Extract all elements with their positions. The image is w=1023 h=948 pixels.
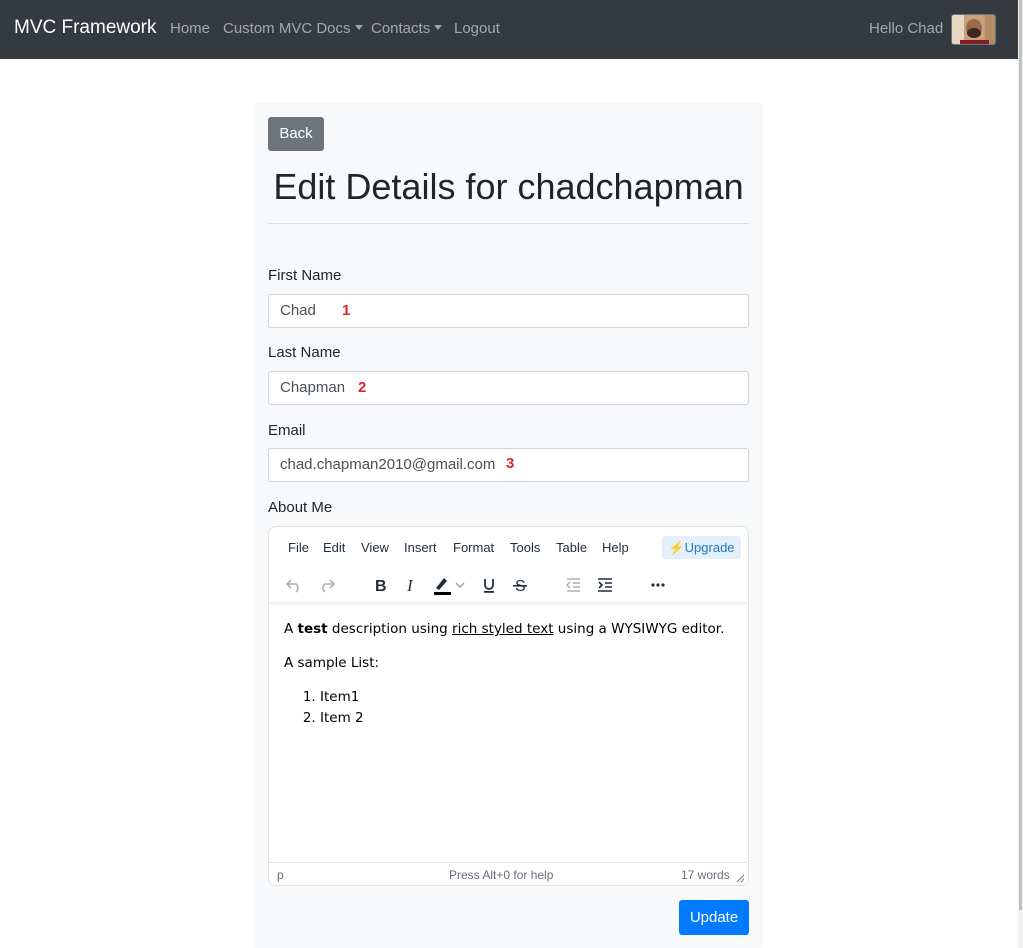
top-navbar: MVC Framework Home Custom MVC Docs Conta… [0, 0, 1018, 59]
content-paragraph: A sample List: [284, 655, 380, 671]
about-me-label: About Me [268, 499, 333, 516]
content-bold-text: test [297, 621, 328, 637]
outdent-icon[interactable] [560, 572, 586, 598]
brand-link[interactable]: MVC Framework [14, 17, 157, 39]
annotation-marker-2: 2 [358, 379, 367, 396]
svg-text:B: B [375, 578, 387, 594]
list-item: Item 2 [320, 708, 734, 729]
back-button[interactable]: Back [268, 117, 324, 151]
caret-down-icon [434, 25, 443, 30]
editor-menubar: File Edit View Insert Format Tools Table… [269, 527, 748, 567]
annotation-marker-1: 1 [342, 302, 351, 319]
first-name-label: First Name [268, 267, 342, 284]
upgrade-button[interactable]: ⚡Upgrade [662, 536, 741, 559]
undo-icon[interactable] [281, 572, 307, 598]
indent-icon[interactable] [592, 572, 618, 598]
menu-file[interactable]: File [288, 540, 309, 555]
divider [268, 223, 749, 224]
menu-format[interactable]: Format [453, 540, 494, 555]
italic-icon[interactable]: I [398, 572, 424, 598]
list-item: Item1 [320, 687, 734, 708]
redo-icon[interactable] [314, 572, 340, 598]
editor-content[interactable]: A test description using rich styled tex… [284, 619, 734, 729]
chevron-down-icon[interactable] [453, 572, 467, 598]
last-name-label: Last Name [268, 344, 341, 361]
content-paragraph: A test description using rich styled tex… [284, 619, 734, 639]
update-button[interactable]: Update [679, 900, 749, 935]
avatar[interactable] [951, 14, 996, 45]
annotation-marker-3: 3 [506, 455, 515, 472]
last-name-input[interactable]: Chapman [268, 371, 749, 405]
content-text: A [284, 621, 298, 637]
menu-insert[interactable]: Insert [404, 540, 437, 555]
underline-icon[interactable] [476, 572, 502, 598]
strikethrough-icon[interactable]: S [507, 572, 533, 598]
first-name-input[interactable]: Chad [268, 294, 749, 328]
bold-icon[interactable]: B [367, 572, 393, 598]
nav-home[interactable]: Home [170, 20, 210, 37]
menu-edit[interactable]: Edit [323, 540, 345, 555]
avatar-image [952, 15, 995, 44]
help-hint: Press Alt+0 for help [449, 868, 554, 882]
email-label: Email [268, 422, 306, 439]
highlight-color-icon[interactable] [429, 572, 455, 598]
nav-logout-label: Logout [454, 20, 500, 37]
content-ordered-list: Item1 Item 2 [320, 687, 734, 729]
menu-help[interactable]: Help [602, 540, 629, 555]
content-text: description using [327, 621, 453, 637]
nav-custom-mvc-docs-dropdown[interactable]: Custom MVC Docs [223, 20, 363, 37]
editor-toolbar: B I S [269, 567, 748, 603]
nav-logout[interactable]: Logout [454, 20, 500, 37]
content-underlined-text: rich styled text [452, 621, 554, 637]
word-count[interactable]: 17 words [681, 868, 730, 882]
scrollbar-thumb[interactable] [1019, 0, 1022, 910]
svg-text:I: I [406, 576, 414, 594]
user-greeting: Hello Chad [869, 20, 944, 37]
page-title: Edit Details for chadchapman [273, 166, 744, 207]
nav-contacts-label: Contacts [371, 20, 431, 37]
menu-table[interactable]: Table [556, 540, 587, 555]
menu-view[interactable]: View [361, 540, 389, 555]
caret-down-icon [354, 25, 363, 30]
resize-handle-icon[interactable] [735, 873, 745, 883]
editor-statusbar: p Press Alt+0 for help 17 words [269, 862, 748, 885]
nav-contacts-dropdown[interactable]: Contacts [371, 20, 443, 37]
content-text: using a WYSIWYG editor. [553, 621, 725, 637]
more-icon[interactable] [645, 572, 671, 598]
element-path[interactable]: p [277, 868, 284, 882]
rich-text-editor: File Edit View Insert Format Tools Table… [268, 526, 749, 886]
menu-tools[interactable]: Tools [510, 540, 540, 555]
nav-docs-label: Custom MVC Docs [223, 20, 351, 37]
nav-home-label: Home [170, 20, 211, 37]
